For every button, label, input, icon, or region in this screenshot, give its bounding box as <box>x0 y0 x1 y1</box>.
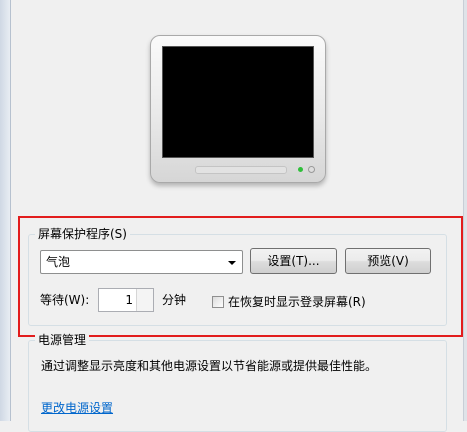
monitor-control-bar <box>195 166 287 174</box>
window-right-border <box>463 0 467 421</box>
power-management-group: 电源管理 <box>28 332 447 432</box>
monitor-screen-preview <box>162 46 314 158</box>
power-group-title: 电源管理 <box>35 332 90 348</box>
power-description: 通过调整显示亮度和其他电源设置以节省能源或提供最佳性能。 <box>41 359 378 373</box>
screensaver-preview-monitor <box>150 35 326 185</box>
power-button-icon <box>308 166 315 173</box>
window-left-border <box>0 0 11 421</box>
power-led-icon <box>298 167 303 172</box>
change-power-settings-link[interactable]: 更改电源设置 <box>41 400 113 416</box>
screensaver-highlight-box <box>18 216 463 337</box>
